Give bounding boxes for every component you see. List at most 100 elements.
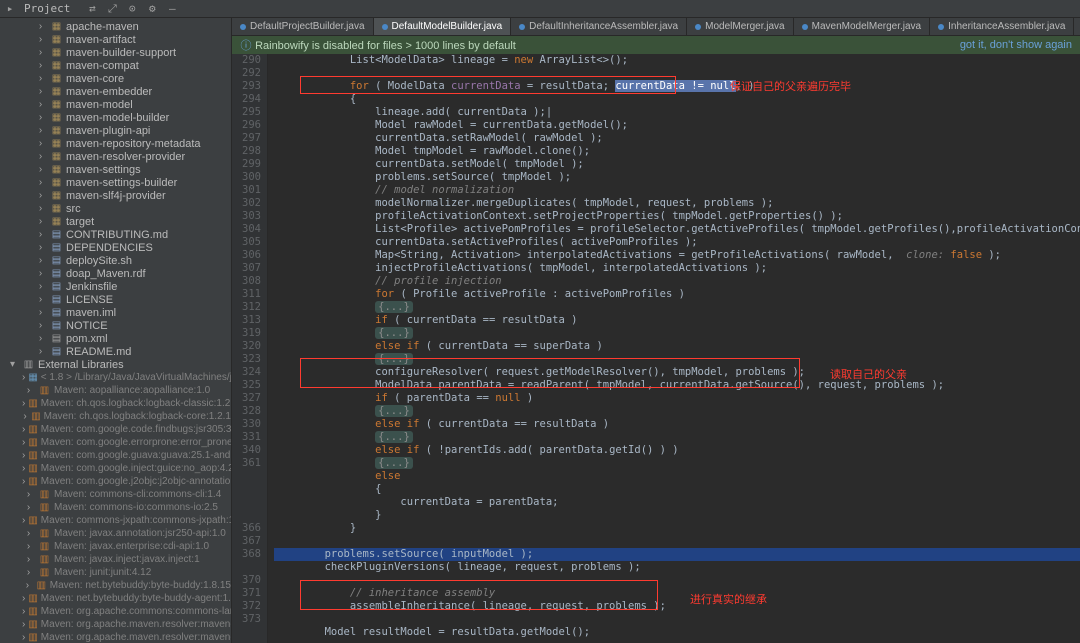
- code-line[interactable]: {: [274, 93, 1080, 106]
- tree-item[interactable]: ›▥Maven: commons-jxpath:commons-jxpath:1…: [0, 514, 231, 527]
- tree-item[interactable]: ›▥Maven: com.google.inject:guice:no_aop:…: [0, 462, 231, 475]
- code-line[interactable]: {...}: [274, 431, 1080, 444]
- tree-item[interactable]: ›▦maven-artifact: [0, 33, 231, 46]
- code-line[interactable]: }: [274, 522, 1080, 535]
- code-line[interactable]: configureResolver( request.getModelResol…: [274, 366, 1080, 379]
- tree-item[interactable]: ›▥Maven: com.google.code.findbugs:jsr305…: [0, 423, 231, 436]
- tree-item[interactable]: ›▥Maven: net.bytebuddy:byte-buddy-agent:…: [0, 592, 231, 605]
- tree-item[interactable]: ›▥Maven: org.apache.maven.resolver:maven…: [0, 631, 231, 643]
- code-line[interactable]: currentData.setModel( tmpModel );: [274, 158, 1080, 171]
- external-libraries-header[interactable]: ▾▥External Libraries: [0, 358, 231, 371]
- code-line[interactable]: modelNormalizer.mergeDuplicates( tmpMode…: [274, 197, 1080, 210]
- code-line[interactable]: {...}: [274, 405, 1080, 418]
- tree-item[interactable]: ›▥Maven: org.apache.commons:commons-lang…: [0, 605, 231, 618]
- tree-item[interactable]: ›▥Maven: net.bytebuddy:byte-buddy:1.8.15: [0, 579, 231, 592]
- collapse-icon[interactable]: ⇄: [86, 3, 98, 15]
- code-line[interactable]: problems.setSource( tmpModel );: [274, 171, 1080, 184]
- code-line[interactable]: ModelData parentData = readParent( tmpMo…: [274, 379, 1080, 392]
- tree-item[interactable]: ›▤DEPENDENCIES: [0, 241, 231, 254]
- tree-item[interactable]: ›▥Maven: commons-cli:commons-cli:1.4: [0, 488, 231, 501]
- tree-item[interactable]: ›▥Maven: com.google.j2objc:j2objc-annota…: [0, 475, 231, 488]
- code-line[interactable]: currentData.setRawModel( rawModel );: [274, 132, 1080, 145]
- code-line[interactable]: else if ( currentData == resultData ): [274, 418, 1080, 431]
- code-line[interactable]: [274, 574, 1080, 587]
- tree-item[interactable]: ›▦maven-resolver-provider: [0, 150, 231, 163]
- code-line[interactable]: List<ModelData> lineage = new ArrayList<…: [274, 54, 1080, 67]
- editor-tab[interactable]: DefaultProjectBuilder.java: [232, 18, 374, 35]
- tree-item[interactable]: ›▦maven-builder-support: [0, 46, 231, 59]
- tree-item[interactable]: ›▤Jenkinsfile: [0, 280, 231, 293]
- tree-item[interactable]: ›▤NOTICE: [0, 319, 231, 332]
- code-line[interactable]: // inheritance assembly: [274, 587, 1080, 600]
- tree-item[interactable]: ›▦maven-embedder: [0, 85, 231, 98]
- banner-dismiss-link[interactable]: got it, don't show again: [960, 39, 1072, 51]
- tree-item[interactable]: ›▥Maven: commons-io:commons-io:2.5: [0, 501, 231, 514]
- code-line[interactable]: Model tmpModel = rawModel.clone();: [274, 145, 1080, 158]
- editor-tab[interactable]: DefaultModelBuilder.java: [374, 18, 512, 35]
- tree-item[interactable]: ›▤CONTRIBUTING.md: [0, 228, 231, 241]
- code-line[interactable]: profileActivationContext.setProjectPrope…: [274, 210, 1080, 223]
- tree-item[interactable]: ›▥Maven: com.google.guava:guava:25.1-and…: [0, 449, 231, 462]
- code-line[interactable]: if ( currentData == resultData ): [274, 314, 1080, 327]
- code-line[interactable]: for ( ModelData currentData = resultData…: [274, 80, 1080, 93]
- expand-icon[interactable]: ⤢: [106, 3, 118, 15]
- code-line[interactable]: injectProfileActivations( tmpModel, inte…: [274, 262, 1080, 275]
- tree-item[interactable]: ›▤doap_Maven.rdf: [0, 267, 231, 280]
- gutter[interactable]: 2902922932942952962972982993003013023033…: [232, 54, 268, 643]
- code-line[interactable]: lineage.add( currentData );|: [274, 106, 1080, 119]
- tree-item[interactable]: ›▤pom.xml: [0, 332, 231, 345]
- locate-icon[interactable]: ⊙: [126, 3, 138, 15]
- code-line[interactable]: {...}: [274, 457, 1080, 470]
- tree-item[interactable]: ›▥Maven: org.apache.maven.resolver:maven…: [0, 618, 231, 631]
- tree-item[interactable]: ›▦maven-repository-metadata: [0, 137, 231, 150]
- project-label[interactable]: Project: [24, 2, 70, 15]
- code-line[interactable]: [274, 67, 1080, 80]
- tree-item[interactable]: ›▥Maven: ch.qos.logback:logback-classic:…: [0, 397, 231, 410]
- tree-item[interactable]: ›▤LICENSE: [0, 293, 231, 306]
- tree-item[interactable]: ›▦maven-model: [0, 98, 231, 111]
- code-line[interactable]: else if ( !parentIds.add( parentData.get…: [274, 444, 1080, 457]
- code-line[interactable]: List<Profile> activePomProfiles = profil…: [274, 223, 1080, 236]
- tree-item[interactable]: ›▦maven-core: [0, 72, 231, 85]
- code-line[interactable]: else: [274, 470, 1080, 483]
- code-line[interactable]: if ( parentData == null ): [274, 392, 1080, 405]
- tree-item[interactable]: ›▦maven-model-builder: [0, 111, 231, 124]
- code-line[interactable]: }: [274, 509, 1080, 522]
- code-line[interactable]: checkPluginVersions( lineage, request, p…: [274, 561, 1080, 574]
- editor-tab[interactable]: DefaultModelNormalizer.java: [1074, 18, 1080, 35]
- tree-item[interactable]: ›▥Maven: com.google.errorprone:error_pro…: [0, 436, 231, 449]
- tree-item[interactable]: ›▥Maven: aopalliance:aopalliance:1.0: [0, 384, 231, 397]
- tree-item[interactable]: ›▦maven-slf4j-provider: [0, 189, 231, 202]
- tree-item[interactable]: ›▥Maven: javax.inject:javax.inject:1: [0, 553, 231, 566]
- tree-item[interactable]: ›▦src: [0, 202, 231, 215]
- tree-item[interactable]: ›▦target: [0, 215, 231, 228]
- tree-item[interactable]: ›▦maven-settings: [0, 163, 231, 176]
- editor-tab[interactable]: DefaultInheritanceAssembler.java: [511, 18, 687, 35]
- code-line[interactable]: else if ( currentData == superData ): [274, 340, 1080, 353]
- tree-item[interactable]: ›▥Maven: javax.enterprise:cdi-api:1.0: [0, 540, 231, 553]
- code-line[interactable]: for ( Profile activeProfile : activePomP…: [274, 288, 1080, 301]
- code-line[interactable]: {: [274, 483, 1080, 496]
- tree-item[interactable]: ›▥Maven: javax.annotation:jsr250-api:1.0: [0, 527, 231, 540]
- tree-item[interactable]: ›▥Maven: ch.qos.logback:logback-core:1.2…: [0, 410, 231, 423]
- settings-icon[interactable]: ⚙: [146, 3, 158, 15]
- project-tree[interactable]: ›▦apache-maven›▦maven-artifact›▦maven-bu…: [0, 18, 232, 643]
- tree-item[interactable]: ›▤maven.iml: [0, 306, 231, 319]
- tree-item[interactable]: ›▥Maven: junit:junit:4.12: [0, 566, 231, 579]
- editor-tab[interactable]: MavenModelMerger.java: [794, 18, 931, 35]
- hide-icon[interactable]: —: [166, 3, 178, 15]
- code-line[interactable]: currentData.setActiveProfiles( activePom…: [274, 236, 1080, 249]
- tree-item[interactable]: ›▤deploySite.sh: [0, 254, 231, 267]
- tree-item[interactable]: ›▦maven-settings-builder: [0, 176, 231, 189]
- code-line[interactable]: assembleInheritance( lineage, request, p…: [274, 600, 1080, 613]
- code-line[interactable]: [274, 535, 1080, 548]
- code-line[interactable]: // model normalization: [274, 184, 1080, 197]
- code-line[interactable]: {...}: [274, 353, 1080, 366]
- code-line[interactable]: currentData = parentData;: [274, 496, 1080, 509]
- code-line[interactable]: // profile injection: [274, 275, 1080, 288]
- code-line[interactable]: Map<String, Activation> interpolatedActi…: [274, 249, 1080, 262]
- code-line[interactable]: Model resultModel = resultData.getModel(…: [274, 626, 1080, 639]
- tree-item[interactable]: ›▦apache-maven: [0, 20, 231, 33]
- tree-item[interactable]: ›▦< 1.8 > /Library/Java/JavaVirtualMachi…: [0, 371, 231, 384]
- editor-tabs[interactable]: DefaultProjectBuilder.javaDefaultModelBu…: [232, 18, 1080, 36]
